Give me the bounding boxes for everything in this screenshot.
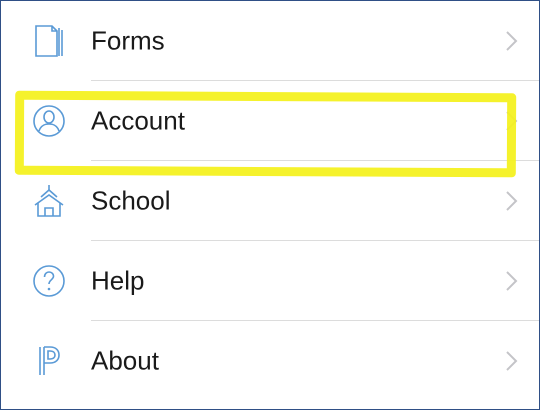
menu-item-help[interactable]: Help — [1, 241, 539, 321]
menu-item-label: Help — [91, 265, 145, 296]
menu-item-forms[interactable]: Forms — [1, 1, 539, 81]
chevron-right-icon — [505, 110, 519, 132]
chevron-right-icon — [505, 350, 519, 372]
menu-item-label: Account — [91, 105, 185, 136]
help-icon — [31, 263, 67, 299]
settings-menu: Forms Account School Help About — [1, 1, 539, 401]
menu-item-account[interactable]: Account — [1, 81, 539, 161]
menu-item-label: School — [91, 185, 171, 216]
chevron-right-icon — [505, 190, 519, 212]
account-icon — [31, 103, 67, 139]
chevron-right-icon — [505, 270, 519, 292]
menu-item-label: About — [91, 345, 159, 376]
menu-item-label: Forms — [91, 25, 165, 56]
school-icon — [31, 183, 67, 219]
chevron-right-icon — [505, 30, 519, 52]
menu-item-school[interactable]: School — [1, 161, 539, 241]
forms-icon — [31, 23, 67, 59]
about-logo-icon — [31, 343, 67, 379]
app-window: Forms Account School Help About — [0, 0, 540, 410]
menu-item-about[interactable]: About — [1, 321, 539, 401]
